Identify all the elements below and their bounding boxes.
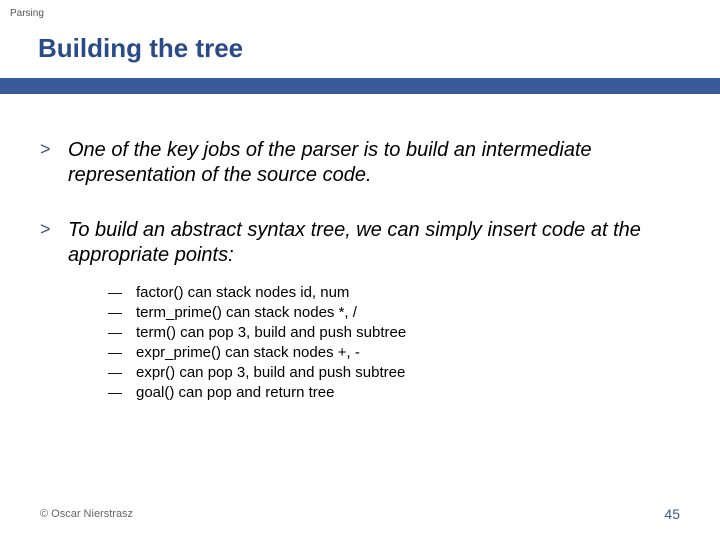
sub-bullet-text: term_prime() can stack nodes *, / (136, 304, 357, 321)
sub-bullet-text: expr_prime() can stack nodes +, - (136, 344, 360, 361)
bullet-text: To build an abstract syntax tree, we can… (68, 218, 678, 268)
sub-bullet-text: term() can pop 3, build and push subtree (136, 324, 406, 341)
sub-bullet-text: expr() can pop 3, build and push subtree (136, 364, 405, 381)
bullet-item: > To build an abstract syntax tree, we c… (40, 218, 678, 268)
dash-bullet-icon: — (108, 324, 136, 341)
slide: Parsing Building the tree > One of the k… (0, 0, 720, 540)
dash-bullet-icon: — (108, 284, 136, 301)
title-band: Building the tree (0, 23, 720, 78)
sub-bullet-text: goal() can pop and return tree (136, 384, 334, 401)
sub-bullet-item: — term() can pop 3, build and push subtr… (108, 324, 678, 341)
dash-bullet-icon: — (108, 364, 136, 381)
sub-bullet-item: — factor() can stack nodes id, num (108, 284, 678, 301)
angle-bullet-icon: > (40, 138, 68, 188)
sub-bullet-item: — goal() can pop and return tree (108, 384, 678, 401)
sub-bullet-list: — factor() can stack nodes id, num — ter… (40, 284, 678, 401)
content-area: > One of the key jobs of the parser is t… (0, 94, 720, 401)
dash-bullet-icon: — (108, 344, 136, 361)
slide-title: Building the tree (38, 33, 720, 64)
divider-band (0, 78, 720, 94)
sub-bullet-item: — expr() can pop 3, build and push subtr… (108, 364, 678, 381)
copyright-text: © Oscar Nierstrasz (40, 508, 133, 520)
bullet-text: One of the key jobs of the parser is to … (68, 138, 678, 188)
sub-bullet-item: — expr_prime() can stack nodes +, - (108, 344, 678, 361)
dash-bullet-icon: — (108, 304, 136, 321)
bullet-item: > One of the key jobs of the parser is t… (40, 138, 678, 188)
angle-bullet-icon: > (40, 218, 68, 268)
page-number: 45 (664, 506, 680, 522)
sub-bullet-text: factor() can stack nodes id, num (136, 284, 349, 301)
footer: © Oscar Nierstrasz 45 (40, 506, 680, 522)
sub-bullet-item: — term_prime() can stack nodes *, / (108, 304, 678, 321)
topic-label: Parsing (0, 0, 720, 23)
dash-bullet-icon: — (108, 384, 136, 401)
